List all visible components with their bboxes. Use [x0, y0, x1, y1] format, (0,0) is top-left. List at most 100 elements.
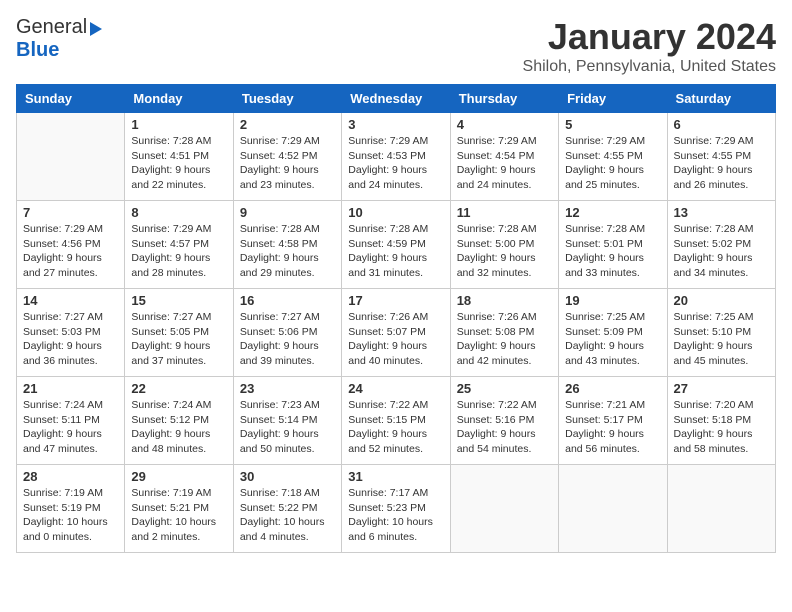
cell-content-line: Sunset: 5:19 PM [23, 501, 118, 516]
cell-content-line: Sunset: 5:05 PM [131, 325, 226, 340]
cell-content-line: Sunrise: 7:27 AM [131, 310, 226, 325]
day-number: 3 [348, 117, 443, 132]
calendar-cell: 30Sunrise: 7:18 AMSunset: 5:22 PMDayligh… [233, 465, 341, 553]
cell-content-line: Sunrise: 7:25 AM [674, 310, 769, 325]
cell-content-line: Daylight: 9 hours [23, 427, 118, 442]
cell-content-line: Sunset: 5:09 PM [565, 325, 660, 340]
day-number: 30 [240, 469, 335, 484]
cell-content-line: Sunset: 4:55 PM [674, 149, 769, 164]
cell-content-line: Sunrise: 7:17 AM [348, 486, 443, 501]
cell-content-line: Sunrise: 7:27 AM [23, 310, 118, 325]
calendar-cell: 3Sunrise: 7:29 AMSunset: 4:53 PMDaylight… [342, 113, 450, 201]
calendar-table: SundayMondayTuesdayWednesdayThursdayFrid… [16, 84, 776, 553]
day-number: 5 [565, 117, 660, 132]
calendar-cell: 5Sunrise: 7:29 AMSunset: 4:55 PMDaylight… [559, 113, 667, 201]
day-number: 12 [565, 205, 660, 220]
cell-content-line: Daylight: 9 hours [348, 339, 443, 354]
cell-content-line: and 25 minutes. [565, 178, 660, 193]
cell-content-line: and 22 minutes. [131, 178, 226, 193]
cell-content-line: Sunset: 5:14 PM [240, 413, 335, 428]
cell-content-line: and 37 minutes. [131, 354, 226, 369]
cell-content-line: Sunrise: 7:29 AM [240, 134, 335, 149]
cell-content-line: Sunset: 5:12 PM [131, 413, 226, 428]
calendar-cell: 22Sunrise: 7:24 AMSunset: 5:12 PMDayligh… [125, 377, 233, 465]
day-number: 28 [23, 469, 118, 484]
day-number: 19 [565, 293, 660, 308]
cell-content-line: Daylight: 9 hours [565, 427, 660, 442]
day-number: 16 [240, 293, 335, 308]
cell-content-line: Daylight: 9 hours [240, 427, 335, 442]
cell-content-line: Sunset: 5:18 PM [674, 413, 769, 428]
cell-content-line: Sunset: 4:55 PM [565, 149, 660, 164]
cell-content-line: Sunrise: 7:29 AM [565, 134, 660, 149]
day-number: 25 [457, 381, 552, 396]
cell-content-line: Daylight: 9 hours [131, 251, 226, 266]
calendar-cell: 1 Sunrise: 7:28 AMSunset: 4:51 PMDaylight… [125, 113, 233, 201]
cell-content-line: Sunrise: 7:28 AM [457, 222, 552, 237]
cell-content-line: and 56 minutes. [565, 442, 660, 457]
cell-content-line: Sunset: 4:57 PM [131, 237, 226, 252]
cell-content-line: and 24 minutes. [348, 178, 443, 193]
cell-content-line: Sunrise: 7:26 AM [348, 310, 443, 325]
header: General Blue January 2024 Shiloh, Pennsy… [16, 16, 776, 76]
cell-content-line: Daylight: 9 hours [674, 251, 769, 266]
calendar-cell: 25Sunrise: 7:22 AMSunset: 5:16 PMDayligh… [450, 377, 558, 465]
day-number: 1 [131, 117, 226, 132]
cell-content-line: Sunrise: 7:20 AM [674, 398, 769, 413]
cell-content-line: Daylight: 9 hours [131, 163, 226, 178]
cell-content-line: Sunset: 5:01 PM [565, 237, 660, 252]
cell-content-line: Sunset: 4:54 PM [457, 149, 552, 164]
cell-content-line: and 58 minutes. [674, 442, 769, 457]
cell-content-line: Daylight: 9 hours [131, 339, 226, 354]
cell-content-line: and 33 minutes. [565, 266, 660, 281]
calendar-cell: 23Sunrise: 7:23 AMSunset: 5:14 PMDayligh… [233, 377, 341, 465]
calendar-cell: 27Sunrise: 7:20 AMSunset: 5:18 PMDayligh… [667, 377, 775, 465]
cell-content-line: and 28 minutes. [131, 266, 226, 281]
day-number: 29 [131, 469, 226, 484]
cell-content-line: Sunset: 5:22 PM [240, 501, 335, 516]
cell-content-line: Daylight: 9 hours [457, 339, 552, 354]
title-section: January 2024 Shiloh, Pennsylvania, Unite… [523, 16, 776, 76]
cell-content-line: and 6 minutes. [348, 530, 443, 545]
cell-content-line: Daylight: 9 hours [348, 163, 443, 178]
calendar-cell: 13Sunrise: 7:28 AMSunset: 5:02 PMDayligh… [667, 201, 775, 289]
cell-content-line: and 40 minutes. [348, 354, 443, 369]
cell-content-line: and 52 minutes. [348, 442, 443, 457]
calendar-cell [17, 113, 125, 201]
calendar-cell: 20Sunrise: 7:25 AMSunset: 5:10 PMDayligh… [667, 289, 775, 377]
cell-content-line: Sunset: 5:10 PM [674, 325, 769, 340]
cell-content-line: Sunrise: 7:29 AM [23, 222, 118, 237]
cell-content-line: Daylight: 9 hours [240, 339, 335, 354]
cell-content-line: Daylight: 9 hours [457, 251, 552, 266]
day-of-week-header: Monday [125, 85, 233, 113]
calendar-cell: 15Sunrise: 7:27 AMSunset: 5:05 PMDayligh… [125, 289, 233, 377]
cell-content-line: Sunrise: 7:28 AM [131, 134, 226, 149]
day-number: 2 [240, 117, 335, 132]
cell-content-line: Sunrise: 7:22 AM [457, 398, 552, 413]
day-number: 18 [457, 293, 552, 308]
cell-content-line: Sunrise: 7:28 AM [240, 222, 335, 237]
calendar-cell [667, 465, 775, 553]
cell-content-line: Sunrise: 7:29 AM [674, 134, 769, 149]
cell-content-line: Sunset: 4:51 PM [131, 149, 226, 164]
cell-content-line: and 54 minutes. [457, 442, 552, 457]
calendar-cell [559, 465, 667, 553]
day-number: 20 [674, 293, 769, 308]
day-number: 7 [23, 205, 118, 220]
cell-content-line: Sunrise: 7:25 AM [565, 310, 660, 325]
calendar-cell: 2Sunrise: 7:29 AMSunset: 4:52 PMDaylight… [233, 113, 341, 201]
cell-content-line: Sunset: 5:02 PM [674, 237, 769, 252]
day-of-week-header: Saturday [667, 85, 775, 113]
cell-content-line: Sunrise: 7:23 AM [240, 398, 335, 413]
cell-content-line: Sunset: 5:15 PM [348, 413, 443, 428]
cell-content-line: Sunset: 5:03 PM [23, 325, 118, 340]
cell-content-line: Sunset: 5:21 PM [131, 501, 226, 516]
cell-content-line: Sunrise: 7:24 AM [131, 398, 226, 413]
day-of-week-header: Wednesday [342, 85, 450, 113]
day-number: 31 [348, 469, 443, 484]
cell-content-line: and 26 minutes. [674, 178, 769, 193]
cell-content-line: Sunset: 5:17 PM [565, 413, 660, 428]
day-number: 13 [674, 205, 769, 220]
calendar-cell: 12Sunrise: 7:28 AMSunset: 5:01 PMDayligh… [559, 201, 667, 289]
day-number: 21 [23, 381, 118, 396]
